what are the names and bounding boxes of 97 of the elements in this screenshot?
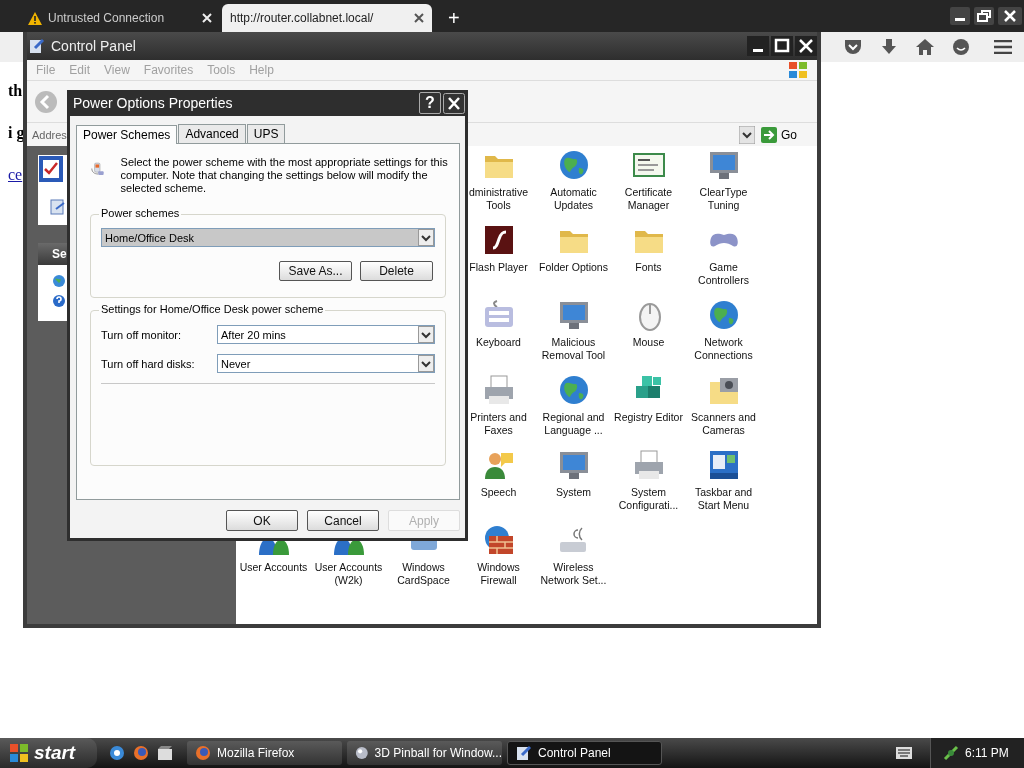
caret-icon [418, 355, 434, 372]
menu-icon[interactable] [994, 40, 1012, 54]
applet-label[interactable]: Speech [480, 486, 517, 499]
setting-label: Turn off hard disks: [101, 357, 196, 370]
close-icon[interactable] [795, 36, 817, 56]
group-label: Settings for Home/Office Desk power scheme [99, 303, 326, 315]
globe-icon [707, 299, 740, 331]
go-button[interactable]: Go [761, 126, 797, 143]
scheme-button[interactable]: Save As... [279, 261, 352, 281]
network-icon[interactable] [943, 745, 959, 761]
caret-icon [418, 326, 434, 343]
page-text: th [8, 82, 23, 100]
setting-label: Turn off monitor: [101, 328, 183, 341]
panel-icon [516, 745, 532, 761]
applet-label[interactable]: Registry Editor [614, 411, 683, 424]
dialog-tab[interactable]: Power Schemes [76, 125, 178, 144]
keyboard-icon[interactable] [896, 747, 912, 759]
applet-label[interactable]: Game Controllers [686, 261, 761, 287]
window-icon [707, 449, 740, 481]
help-button[interactable]: ? [419, 92, 441, 114]
applet-label[interactable]: Flash Player [469, 261, 528, 274]
applet-label[interactable]: Automatic Updates [536, 186, 611, 212]
page-link[interactable]: ce [8, 166, 23, 184]
close-icon[interactable] [443, 92, 465, 114]
applet-label[interactable]: Regional and Language ... [536, 411, 611, 437]
applet-label[interactable]: Network Connections [686, 336, 761, 362]
monitor-icon [707, 149, 740, 181]
help-icon[interactable] [52, 294, 66, 308]
dialog-title: Power Options Properties [73, 95, 234, 111]
globe-icon[interactable] [52, 274, 66, 288]
monitor-icon [557, 449, 590, 481]
dropdown-icon[interactable] [739, 125, 755, 144]
windows-logo-icon [789, 62, 807, 78]
globe-icon [557, 374, 590, 406]
dialog-tab[interactable]: UPS [246, 124, 286, 143]
clock: 6:11 PM [965, 746, 1009, 760]
taskbar-button[interactable]: Control Panel [507, 741, 662, 765]
smiley-icon[interactable] [953, 39, 969, 55]
address-label: Addres [32, 128, 67, 141]
firefox-icon[interactable] [133, 745, 149, 761]
windows-logo-icon [10, 744, 28, 762]
description-text: Select the power scheme with the most appropriate settings for this computer. Note that changing the settings below will modify the selected scheme. [120, 156, 449, 196]
printer-icon [632, 449, 665, 481]
applet-label[interactable]: Certificate Manager [611, 186, 686, 212]
applet-label[interactable]: Keyboard [476, 336, 521, 349]
minimize-icon[interactable] [747, 36, 769, 56]
taskbar-button[interactable]: Mozilla Firefox [187, 741, 342, 765]
applet-label[interactable]: ClearType Tuning [686, 186, 761, 212]
scheme-dropdown[interactable]: Home/Office Desk [101, 228, 435, 247]
arrow-icon [761, 126, 777, 143]
firefox-icon [195, 745, 211, 761]
applet-label[interactable]: Mouse [632, 336, 665, 349]
start-button[interactable]: start [0, 738, 97, 768]
applet-label[interactable]: User Accounts (W2k) [311, 561, 386, 587]
home-icon[interactable] [916, 39, 934, 55]
applet-label[interactable]: User Accounts [239, 561, 308, 574]
applet-label[interactable]: System [556, 486, 591, 499]
dialog-button[interactable]: OK [226, 510, 298, 531]
applet-label[interactable]: Scanners and Cameras [686, 411, 761, 437]
close-icon[interactable] [998, 7, 1022, 25]
applet-label[interactable]: Folder Options [539, 261, 608, 274]
scheme-button[interactable]: Delete [360, 261, 433, 281]
browser-icon[interactable] [109, 745, 125, 761]
applet-label[interactable]: Windows Firewall [461, 561, 536, 587]
printer-icon [482, 374, 515, 406]
applet-label[interactable]: Wireless Network Set... [536, 561, 611, 587]
monitor-icon [557, 299, 590, 331]
applet-label[interactable]: Fonts [635, 261, 662, 274]
taskbar-button[interactable]: 3D Pinball for Window... [347, 741, 502, 765]
ball-icon [355, 745, 369, 761]
caret-icon [418, 229, 434, 246]
applet-label[interactable]: Windows CardSpace [386, 561, 461, 587]
people-icon [332, 540, 365, 556]
browser-tab[interactable]: Untrusted Connection [20, 4, 220, 32]
dialog-tab[interactable]: Advanced [178, 124, 246, 143]
switch-view-icon[interactable] [50, 199, 66, 215]
panel-icon [29, 38, 45, 54]
download-icon[interactable] [881, 39, 897, 55]
new-tab-button[interactable]: + [448, 8, 460, 28]
close-icon[interactable] [414, 13, 424, 23]
globe-icon [557, 149, 590, 181]
group-label: Power schemes [99, 207, 182, 219]
swoosh-icon [482, 224, 515, 256]
setting-dropdown[interactable]: After 20 mins [217, 325, 435, 344]
dialog-button[interactable]: Cancel [307, 510, 379, 531]
minimize-icon[interactable] [950, 7, 970, 25]
browser-tab[interactable]: http://router.collabnet.local/ [222, 4, 432, 32]
applet-label[interactable]: Taskbar and Start Menu [686, 486, 761, 512]
wall-icon [482, 524, 515, 556]
maximize-icon[interactable] [771, 36, 793, 56]
setting-dropdown[interactable]: Never [217, 354, 435, 373]
restore-icon[interactable] [974, 7, 994, 25]
people-icon [257, 540, 290, 556]
pocket-icon[interactable] [844, 39, 862, 55]
window-title: Control Panel [51, 38, 136, 54]
applet-label[interactable]: Malicious Removal Tool [536, 336, 611, 362]
applet-label[interactable]: System Configurati... [611, 486, 686, 512]
